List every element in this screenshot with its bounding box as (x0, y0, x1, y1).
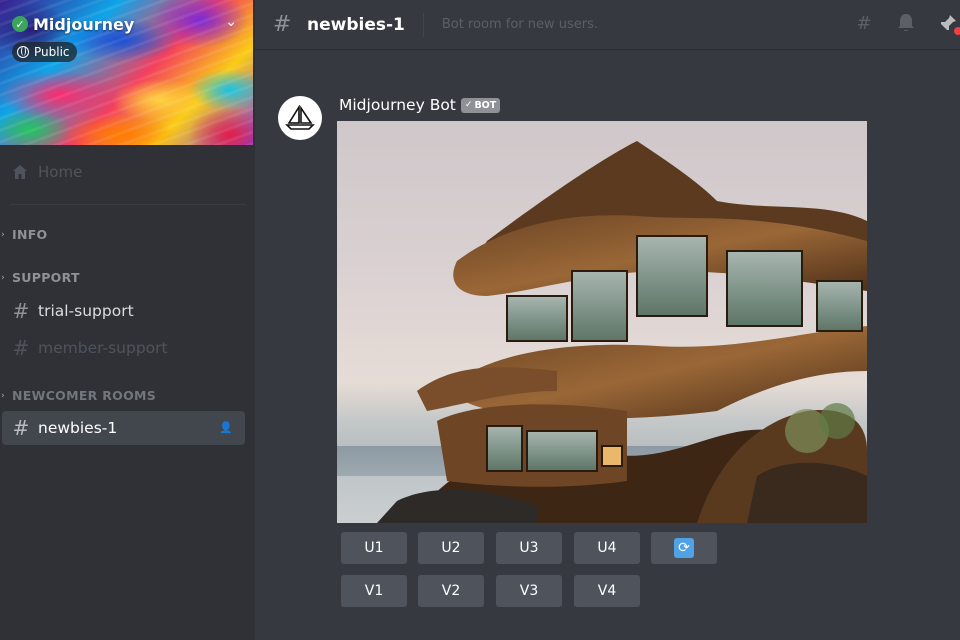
category-newcomer-rooms[interactable]: › NEWCOMER ROOMS (0, 388, 156, 403)
sidebar-divider (10, 204, 246, 205)
threads-icon[interactable]: # (852, 13, 876, 37)
refresh-icon: ⟳ (674, 538, 694, 558)
channel-title: newbies-1 (307, 14, 405, 35)
category-label: INFO (12, 227, 48, 242)
chevron-down-icon: › (1, 390, 6, 401)
sidebar-item-home[interactable]: Home (12, 163, 82, 181)
server-header[interactable]: ✓ Midjourney (12, 14, 134, 34)
sailboat-icon (285, 105, 315, 130)
image-illustration (337, 141, 867, 523)
public-badge: Public (12, 42, 77, 62)
add-user-icon[interactable]: 👤 (219, 421, 233, 434)
message-header: Midjourney Bot ✓ BOT (339, 96, 501, 114)
variation-button-1[interactable]: V1 (341, 575, 407, 607)
sidebar-item-trial-support[interactable]: # trial-support (2, 294, 245, 328)
hash-icon: # (12, 299, 30, 323)
threads-icon: # (273, 12, 292, 37)
avatar[interactable] (278, 96, 322, 140)
reroll-button[interactable]: ⟳ (651, 532, 717, 564)
sidebar-item-newbies-1[interactable]: # newbies-1 👤 (2, 411, 245, 445)
sidebar-item-member-support[interactable]: # member-support (2, 331, 245, 365)
globe-icon (17, 46, 29, 58)
bell-icon[interactable] (894, 13, 918, 37)
bot-badge: ✓ BOT (460, 97, 501, 113)
category-label: NEWCOMER ROOMS (12, 388, 157, 403)
variation-button-4[interactable]: V4 (574, 575, 640, 607)
chevron-down-icon[interactable]: ⌄ (225, 14, 237, 30)
upscale-button-1[interactable]: U1 (341, 532, 407, 564)
upscale-button-4[interactable]: U4 (574, 532, 640, 564)
channel-header: # newbies-1 Bot room for new users. # (255, 0, 960, 50)
channel-sidebar: ✓ Midjourney ⌄ Public Home › INFO › SUPP… (0, 0, 255, 640)
channel-label: trial-support (38, 302, 134, 320)
threads-icon: # (12, 336, 30, 360)
home-icon (13, 165, 27, 179)
channel-label: newbies-1 (38, 419, 118, 437)
category-support[interactable]: › SUPPORT (0, 270, 80, 285)
upscale-button-2[interactable]: U2 (418, 532, 484, 564)
header-divider (422, 12, 424, 37)
verified-check-icon: ✓ (464, 100, 473, 110)
message-author[interactable]: Midjourney Bot (339, 96, 456, 114)
generated-image[interactable] (337, 121, 867, 523)
verified-check-icon: ✓ (12, 16, 28, 32)
channel-topic[interactable]: Bot room for new users. (442, 17, 598, 32)
chevron-right-icon: › (1, 229, 6, 240)
threads-icon: # (12, 416, 30, 440)
bot-badge-label: BOT (474, 99, 497, 111)
pin-icon[interactable] (936, 13, 960, 37)
discord-app: ✓ Midjourney ⌄ Public Home › INFO › SUPP… (0, 0, 960, 640)
header-toolbar: # (834, 13, 960, 37)
chevron-down-icon: › (1, 272, 6, 283)
visibility-label: Public (34, 45, 70, 59)
server-name: Midjourney (33, 14, 135, 34)
channel-label: member-support (38, 339, 168, 357)
upscale-button-3[interactable]: U3 (496, 532, 562, 564)
variation-button-2[interactable]: V2 (418, 575, 484, 607)
variation-button-3[interactable]: V3 (496, 575, 562, 607)
home-label: Home (38, 163, 83, 181)
category-info[interactable]: › INFO (0, 227, 47, 242)
category-label: SUPPORT (12, 270, 80, 285)
